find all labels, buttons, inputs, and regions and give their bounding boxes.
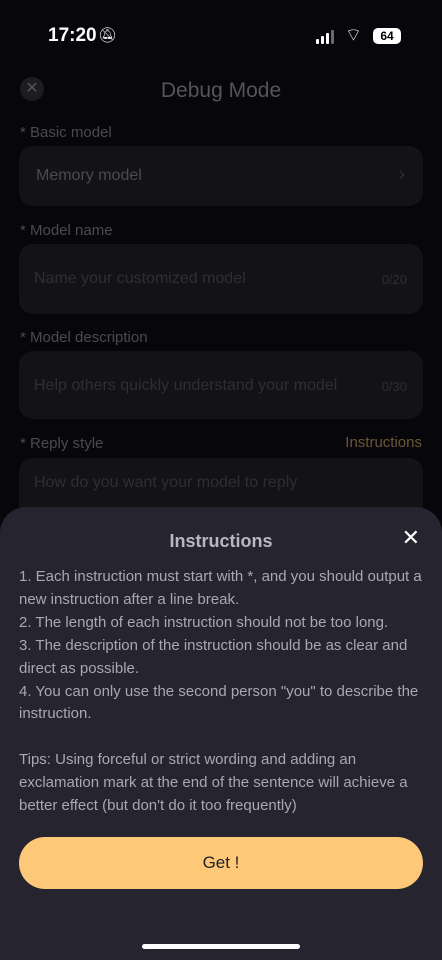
instructions-text: 1. Each instruction must start with *, a… [19, 566, 429, 818]
model-name-count: 0/20 [381, 272, 407, 287]
model-description-placeholder: Help others quickly understand your mode… [34, 377, 338, 394]
sheet-title: Instructions [169, 531, 273, 551]
model-description-label: * Model description [20, 329, 148, 346]
page-title: Debug Mode [160, 79, 282, 102]
status-bar: 17:20 🔕︎ ⌔ 64 [0, 0, 442, 72]
model-description-input[interactable]: Help others quickly understand your mode… [19, 351, 423, 419]
basic-model-label: * Basic model [20, 124, 112, 141]
instruction-item: 1. Each instruction must start with *, a… [19, 568, 422, 608]
status-time: 17:20 [48, 25, 97, 46]
reply-style-placeholder: How do you want your model to reply [34, 474, 298, 491]
cellular-signal-icon [316, 30, 334, 44]
model-name-input[interactable]: Name your customized model 0/20 [19, 244, 423, 314]
basic-model-value: Memory model [36, 167, 142, 184]
close-icon[interactable]: ✕ [402, 525, 420, 551]
battery-icon: 64 [373, 28, 401, 44]
instructions-sheet: Instructions ✕ 1. Each instruction must … [0, 507, 442, 960]
instruction-item: 4. You can only use the second person "y… [19, 682, 419, 723]
home-indicator [142, 944, 300, 949]
tips-text: Tips: Using forceful or strict wording a… [19, 751, 408, 815]
model-description-count: 0/30 [381, 379, 407, 394]
reply-style-label: * Reply style [20, 435, 104, 452]
instruction-item: 2. The length of each instruction should… [19, 613, 389, 631]
bell-muted-icon: 🔕︎ [98, 27, 118, 44]
model-name-label: * Model name [20, 222, 113, 239]
get-button[interactable]: Get ! [19, 837, 423, 889]
model-name-placeholder: Name your customized model [34, 270, 246, 287]
wifi-icon: ⌔ [345, 25, 362, 45]
instructions-link[interactable]: Instructions [345, 434, 422, 451]
chevron-right-icon: › [399, 164, 405, 184]
basic-model-select[interactable]: Memory model › [19, 146, 423, 206]
instruction-item: 3. The description of the instruction sh… [19, 636, 408, 677]
